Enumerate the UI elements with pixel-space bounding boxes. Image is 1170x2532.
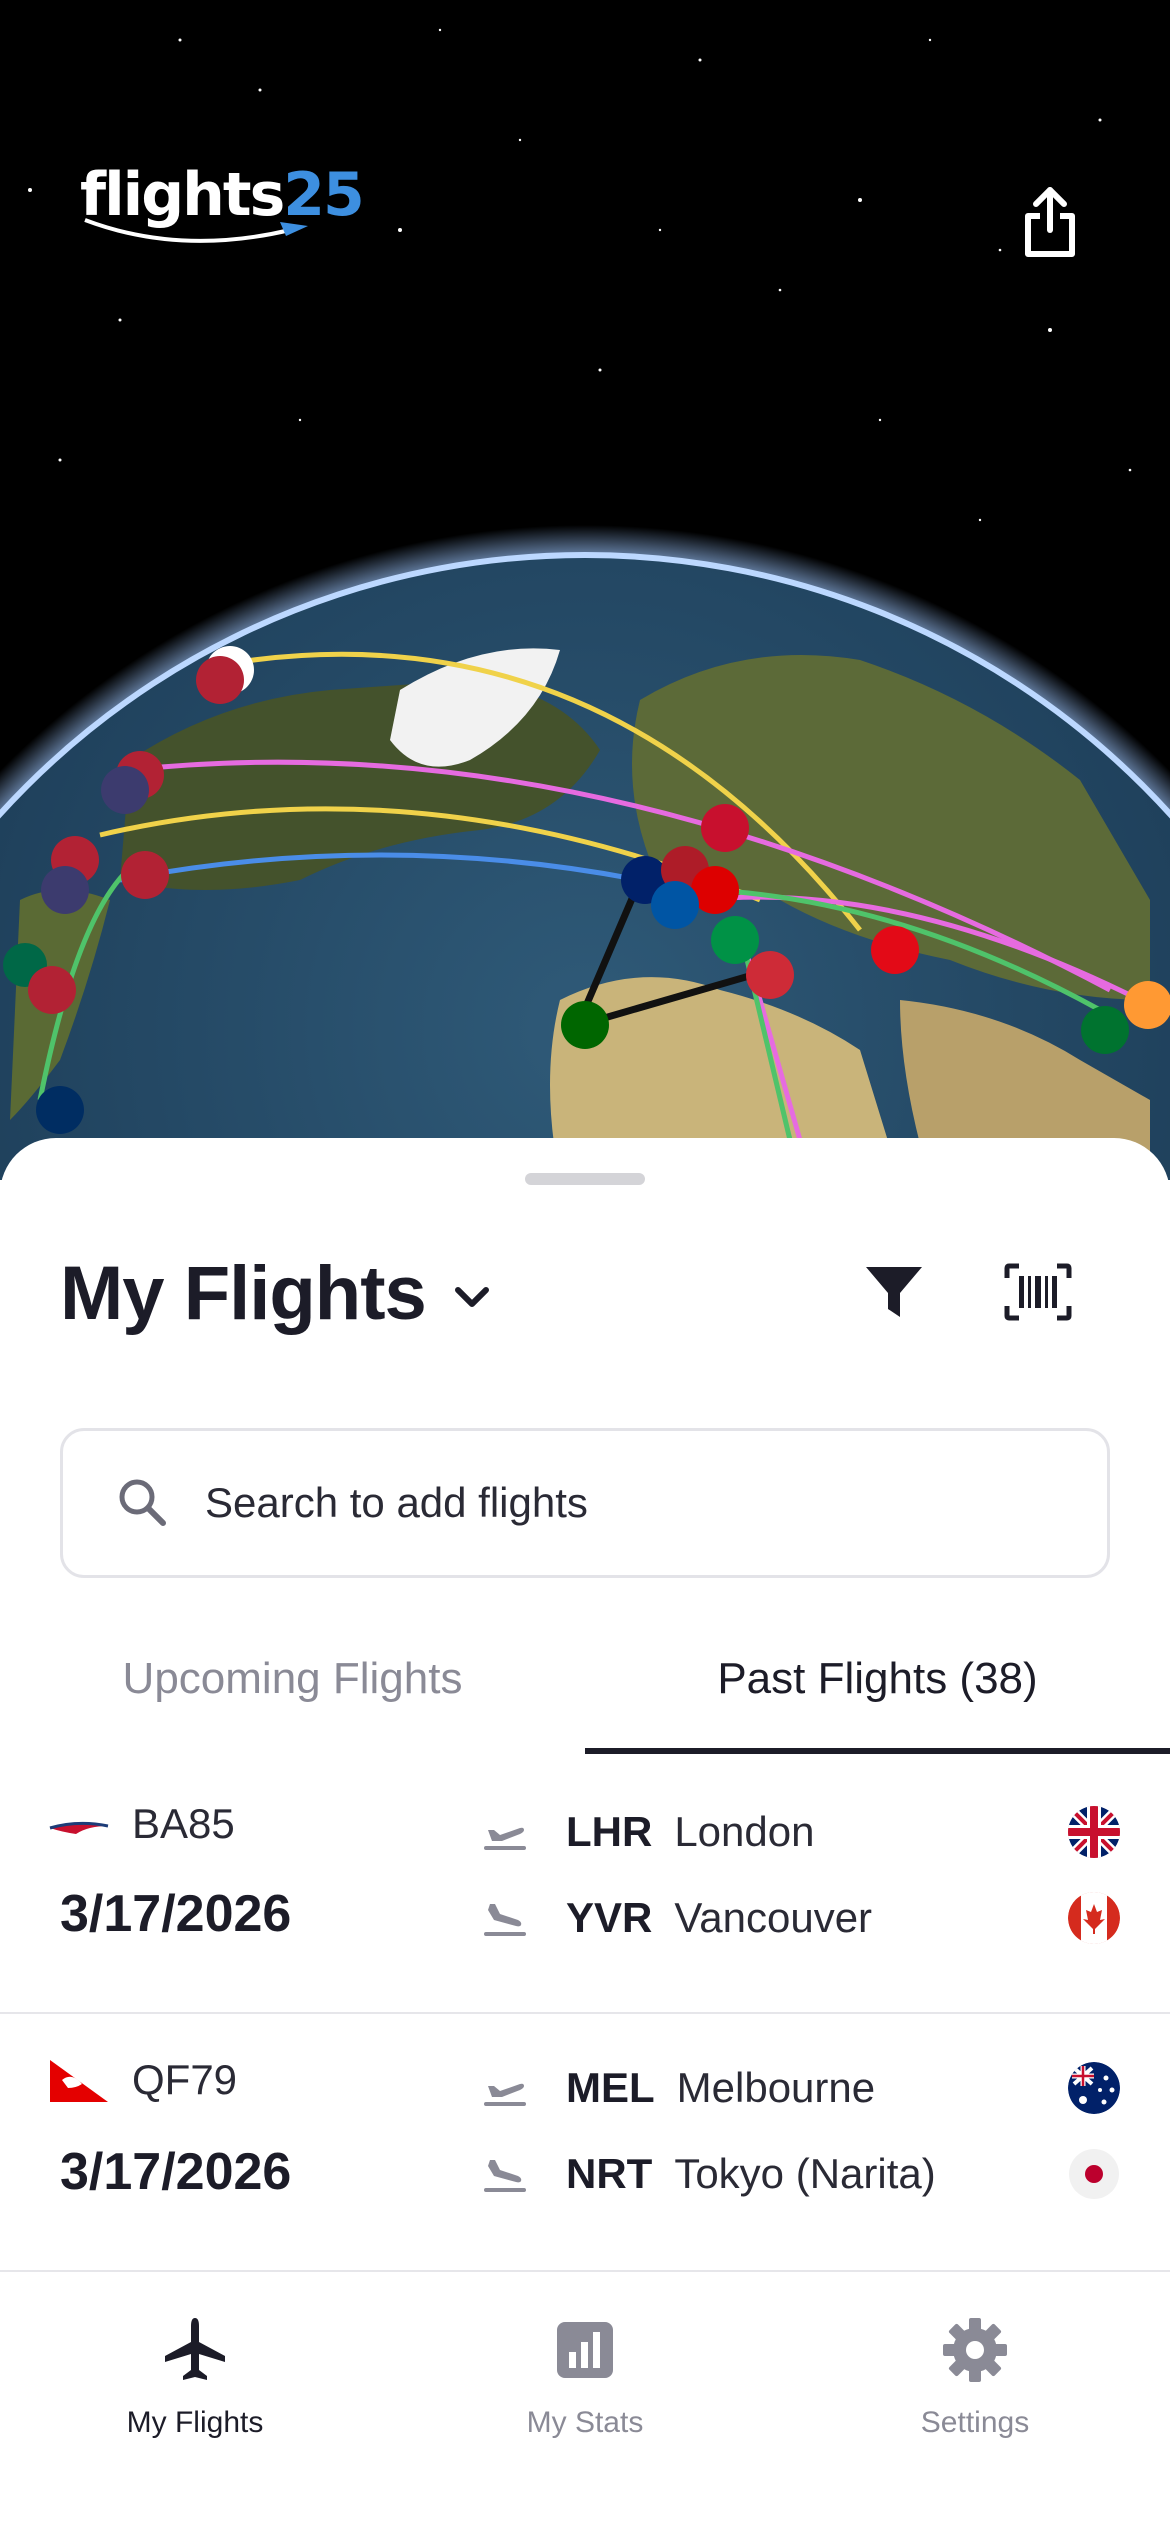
british-airways-logo-icon xyxy=(49,1821,109,1834)
landing-icon xyxy=(484,1904,526,1936)
australia-flag-icon xyxy=(1068,2062,1120,2114)
departure-city: London xyxy=(674,1808,815,1855)
flight-number: BA85 xyxy=(132,1800,235,1847)
row-divider xyxy=(0,2012,1170,2014)
stars xyxy=(28,28,1132,522)
share-icon xyxy=(1025,187,1075,257)
departure-code: MEL xyxy=(566,2064,655,2111)
arrival-code: NRT xyxy=(566,2150,653,2197)
takeoff-icon xyxy=(484,2083,526,2106)
departure-leg: MEL Melbourne xyxy=(480,2058,1140,2118)
chevron-down-icon xyxy=(454,1286,489,1307)
takeoff-icon xyxy=(484,1827,526,1850)
flight-date: 3/17/2026 xyxy=(60,1885,292,1943)
search-placeholder: Search to add flights xyxy=(205,1479,588,1526)
flight-date: 3/17/2026 xyxy=(60,2143,292,2201)
gear-icon xyxy=(943,2318,1007,2382)
flight-number: QF79 xyxy=(132,2056,238,2103)
bottom-tab-bar: My Flights My Stats Settings xyxy=(0,2270,1170,2532)
tab-past-flights[interactable]: Past Flights (38) xyxy=(585,1638,1170,1754)
search-input[interactable]: Search to add flights xyxy=(60,1428,1110,1578)
share-button[interactable] xyxy=(1012,180,1088,264)
uk-flag-icon xyxy=(1068,1806,1120,1858)
departure-city: Melbourne xyxy=(676,2064,876,2111)
barcode-scan-icon xyxy=(1004,1263,1072,1321)
flight-row[interactable]: QF79 3/17/2026 MEL Melbourne NRT Tokyo (… xyxy=(0,2018,1170,2272)
arrival-city: Tokyo (Narita) xyxy=(674,2150,936,2197)
nav-settings[interactable]: Settings xyxy=(780,2294,1170,2454)
qantas-logo-icon xyxy=(50,2060,108,2102)
logo-swoosh-icon xyxy=(84,218,308,243)
active-tab-indicator xyxy=(585,1748,1170,1754)
filter-button[interactable] xyxy=(858,1256,930,1328)
arrival-city: Vancouver xyxy=(674,1894,873,1941)
nav-label: My Stats xyxy=(526,2406,644,2439)
departure-leg: LHR London xyxy=(480,1802,1140,1862)
nav-label: Settings xyxy=(920,2406,1030,2439)
search-icon xyxy=(119,1479,166,1526)
departure-code: LHR xyxy=(566,1808,653,1855)
app-logo: flights25 xyxy=(80,160,365,260)
flight-tabs: Upcoming Flights Past Flights (38) xyxy=(0,1638,1170,1754)
flight-row[interactable]: BA85 3/17/2026 LHR London YVR Vancouver xyxy=(0,1760,1170,2014)
list-selector[interactable]: My Flights xyxy=(60,1250,492,1337)
nav-my-stats[interactable]: My Stats xyxy=(390,2294,780,2454)
scan-boarding-pass-button[interactable] xyxy=(1000,1256,1076,1328)
tab-upcoming-flights[interactable]: Upcoming Flights xyxy=(0,1638,585,1754)
sheet-grabber[interactable] xyxy=(525,1173,645,1185)
airplane-icon xyxy=(165,2318,225,2380)
stats-icon xyxy=(557,2322,613,2378)
nav-label: My Flights xyxy=(126,2406,264,2439)
page-title: My Flights xyxy=(60,1251,427,1336)
japan-flag-icon xyxy=(1069,2149,1119,2199)
canada-flag-icon xyxy=(1068,1892,1120,1944)
landing-icon xyxy=(484,2160,526,2192)
globe-map[interactable]: flights25 xyxy=(0,0,1170,1180)
arrival-leg: YVR Vancouver xyxy=(480,1888,1140,1948)
nav-my-flights[interactable]: My Flights xyxy=(0,2294,390,2454)
arrival-leg: NRT Tokyo (Narita) xyxy=(480,2144,1140,2204)
filter-icon xyxy=(866,1267,922,1317)
arrival-code: YVR xyxy=(566,1894,653,1941)
